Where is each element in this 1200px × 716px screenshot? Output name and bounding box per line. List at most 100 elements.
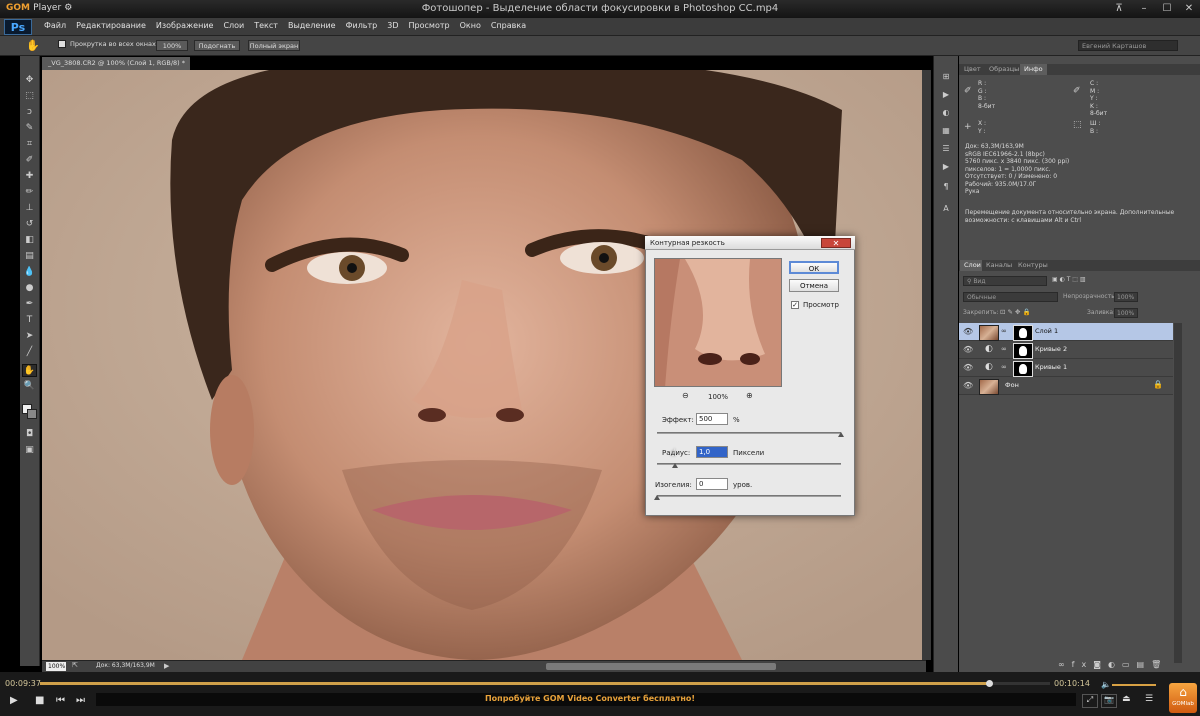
timeline-panel-icon[interactable]: ▶ bbox=[938, 162, 954, 176]
tab-swatches[interactable]: Образцы bbox=[985, 64, 1024, 75]
eraser-tool-icon[interactable]: ◧ bbox=[22, 234, 37, 247]
menu-file[interactable]: Файл bbox=[44, 21, 66, 30]
capture-icon[interactable]: 📷 bbox=[1101, 694, 1117, 708]
lock-icons[interactable]: ⊡ ✎ ✥ 🔒 bbox=[1000, 308, 1031, 316]
radius-slider-handle[interactable] bbox=[672, 463, 679, 468]
playlist-icon[interactable]: ☰ bbox=[1145, 694, 1153, 704]
amount-input[interactable]: 500 bbox=[696, 413, 728, 425]
link-icon[interactable]: ∞ bbox=[1001, 363, 1007, 371]
link-icon[interactable]: ∞ bbox=[1001, 345, 1007, 353]
layer-row[interactable]: 👁 Фон 🔒 bbox=[959, 377, 1173, 395]
gradient-tool-icon[interactable]: ▤ bbox=[22, 250, 37, 263]
screen-mode-icon[interactable]: ▣ bbox=[22, 444, 37, 457]
promo-link[interactable]: Попробуйте GOM Video Converter бесплатно… bbox=[0, 694, 1180, 703]
menu-filter[interactable]: Фильтр bbox=[346, 21, 378, 30]
menu-view[interactable]: Просмотр bbox=[409, 21, 450, 30]
zoom-100-button[interactable]: 100% bbox=[156, 40, 188, 51]
healing-tool-icon[interactable]: ✚ bbox=[22, 170, 37, 183]
marquee-tool-icon[interactable]: ⬚ bbox=[22, 90, 37, 103]
quick-select-tool-icon[interactable]: ✎ bbox=[22, 122, 37, 135]
amount-slider-handle[interactable] bbox=[838, 432, 844, 437]
type-tool-icon[interactable]: T bbox=[22, 314, 37, 327]
tab-info[interactable]: Инфо bbox=[1020, 64, 1047, 75]
close-button[interactable]: ✕ bbox=[1180, 2, 1198, 15]
layer-mask-thumbnail[interactable] bbox=[1013, 343, 1033, 359]
volume-icon[interactable]: 🔈 bbox=[1101, 680, 1111, 689]
opacity-field[interactable]: 100% bbox=[1114, 292, 1138, 302]
eye-icon[interactable]: 👁 bbox=[963, 381, 973, 390]
dialog-preview[interactable] bbox=[654, 258, 782, 387]
status-menu-arrow-icon[interactable]: ▶ bbox=[164, 662, 169, 670]
filter-icons[interactable]: ▣ ◐ T ⬚ ▥ bbox=[1052, 276, 1086, 283]
menu-type[interactable]: Текст bbox=[254, 21, 278, 30]
zoom-in-icon[interactable]: ⊕ bbox=[746, 391, 753, 400]
eyedropper-tool-icon[interactable]: ✐ bbox=[22, 154, 37, 167]
pin-icon[interactable]: ⊼ bbox=[1110, 2, 1128, 15]
zoom-tool-icon[interactable]: 🔍 bbox=[22, 380, 37, 393]
blur-tool-icon[interactable]: 💧 bbox=[22, 266, 37, 279]
eye-icon[interactable]: 👁 bbox=[963, 327, 973, 336]
menu-image[interactable]: Изображение bbox=[156, 21, 214, 30]
move-tool-icon[interactable]: ✥ bbox=[22, 74, 37, 87]
menu-edit[interactable]: Редактирование bbox=[76, 21, 146, 30]
link-icon[interactable]: ∞ bbox=[1001, 327, 1007, 335]
path-select-tool-icon[interactable]: ➤ bbox=[22, 330, 37, 343]
ok-button[interactable]: ОК bbox=[789, 261, 839, 274]
layer-row[interactable]: 👁 ◐ ∞ Кривые 2 bbox=[959, 341, 1173, 359]
eye-icon[interactable]: 👁 bbox=[963, 363, 973, 372]
menu-3d[interactable]: 3D bbox=[387, 21, 398, 30]
tab-paths[interactable]: Контуры bbox=[1014, 260, 1052, 271]
brush-tool-icon[interactable]: ✏ bbox=[22, 186, 37, 199]
properties-panel-icon[interactable]: ☰ bbox=[938, 144, 954, 158]
amount-slider[interactable] bbox=[657, 432, 841, 434]
line-tool-icon[interactable]: ╱ bbox=[22, 346, 37, 359]
eject-icon[interactable]: ⏏ bbox=[1122, 694, 1131, 704]
styles-panel-icon[interactable]: ▦ bbox=[938, 126, 954, 140]
hand-tool-active-icon[interactable]: ✋ bbox=[22, 364, 37, 377]
status-export-icon[interactable]: ⇱ bbox=[72, 661, 78, 669]
threshold-slider[interactable] bbox=[657, 495, 841, 497]
dodge-tool-icon[interactable]: ● bbox=[22, 282, 37, 295]
gomlab-button[interactable]: ⌂ GOMlab bbox=[1169, 683, 1197, 713]
crop-tool-icon[interactable]: ⌗ bbox=[22, 138, 37, 151]
lasso-tool-icon[interactable]: ↄ bbox=[22, 106, 37, 119]
volume-slider[interactable] bbox=[1112, 684, 1156, 686]
adjustments-panel-icon[interactable]: ◐ bbox=[938, 108, 954, 122]
menu-select[interactable]: Выделение bbox=[288, 21, 336, 30]
layer-mask-thumbnail[interactable] bbox=[1013, 361, 1033, 377]
character-panel-icon[interactable]: A bbox=[938, 204, 954, 218]
menu-help[interactable]: Справка bbox=[491, 21, 526, 30]
background-color-swatch[interactable] bbox=[27, 409, 37, 419]
layer-filter-select[interactable]: ⚲ Вид bbox=[963, 276, 1047, 286]
history-brush-icon[interactable]: ↺ bbox=[22, 218, 37, 231]
maximize-button[interactable]: ☐ bbox=[1158, 2, 1176, 15]
radius-input[interactable]: 1,0 bbox=[696, 446, 728, 458]
minimize-button[interactable]: – bbox=[1135, 2, 1153, 15]
preview-checkbox[interactable]: ✓ bbox=[791, 301, 799, 309]
pen-tool-icon[interactable]: ✒ bbox=[22, 298, 37, 311]
cancel-button[interactable]: Отмена bbox=[789, 279, 839, 292]
eye-icon[interactable]: 👁 bbox=[963, 345, 973, 354]
layers-scrollbar[interactable] bbox=[1174, 323, 1182, 663]
fullscreen-button[interactable]: Полный экран bbox=[248, 40, 300, 51]
hand-tool-icon[interactable]: ✋ bbox=[26, 39, 40, 52]
blend-mode-select[interactable]: Обычные bbox=[963, 292, 1058, 302]
history-panel-icon[interactable]: ⊞ bbox=[938, 72, 954, 86]
fill-field[interactable]: 100% bbox=[1114, 308, 1138, 318]
fit-screen-icon[interactable]: ⤢ bbox=[1082, 694, 1098, 708]
layer-row[interactable]: 👁 ◐ ∞ Кривые 1 bbox=[959, 359, 1173, 377]
layers-footer-icons[interactable]: ∞fx◙◐▭▤🗑 bbox=[1058, 660, 1168, 669]
fit-screen-button[interactable]: Подогнать bbox=[194, 40, 240, 51]
menu-window[interactable]: Окно bbox=[460, 21, 481, 30]
stamp-tool-icon[interactable]: ⊥ bbox=[22, 202, 37, 215]
document-tab[interactable]: _VG_3808.CR2 @ 100% (Слой 1, RGB/8) * bbox=[42, 57, 190, 70]
menu-layers[interactable]: Слои bbox=[223, 21, 244, 30]
quick-mask-icon[interactable]: ◘ bbox=[22, 428, 37, 441]
vertical-scrollbar[interactable] bbox=[922, 70, 931, 660]
layer-row[interactable]: 👁 ∞ Слой 1 bbox=[959, 323, 1173, 341]
zoom-out-icon[interactable]: ⊖ bbox=[682, 391, 689, 400]
threshold-slider-handle[interactable] bbox=[654, 495, 660, 500]
threshold-input[interactable]: 0 bbox=[696, 478, 728, 490]
radius-slider[interactable] bbox=[657, 463, 841, 465]
tab-channels[interactable]: Каналы bbox=[982, 260, 1017, 271]
